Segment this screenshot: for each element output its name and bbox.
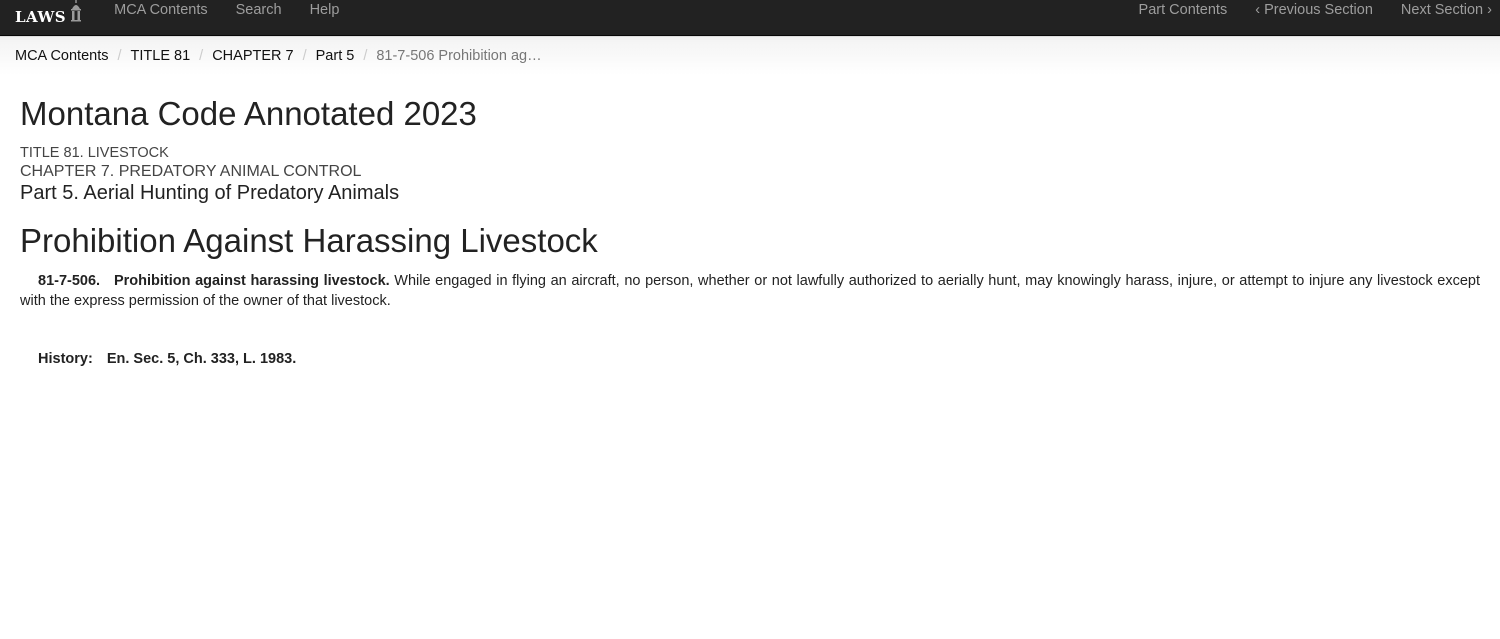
history-text: En. Sec. 5, Ch. 333, L. 1983. (106, 351, 297, 367)
title-heading: TITLE 81. LIVESTOCK (20, 145, 169, 161)
main-content: Montana Code Annotated 2023 TITLE 81. LI… (0, 95, 1500, 367)
history-note: History: En. Sec. 5, Ch. 333, L. 1983. (20, 351, 1480, 367)
section-number: 81-7-506. (38, 273, 101, 289)
brand-logo[interactable]: LAWS (0, 0, 84, 35)
page-title: Montana Code Annotated 2023 (20, 95, 477, 132)
breadcrumb-mca-contents[interactable]: MCA Contents (15, 48, 109, 64)
breadcrumb: MCA Contents / TITLE 81 / CHAPTER 7 / Pa… (0, 36, 1500, 75)
nav-search[interactable]: Search (222, 1, 296, 19)
nav-part-contents[interactable]: Part Contents (1125, 1, 1242, 19)
history-label: History: (38, 351, 93, 367)
breadcrumb-title[interactable]: TITLE 81 (131, 48, 191, 64)
next-section-label: Next Section (1400, 2, 1484, 18)
brand-text: LAWS (15, 8, 67, 26)
chevron-right-icon: › (1487, 2, 1492, 18)
nav-previous-section[interactable]: ‹ Previous Section (1241, 1, 1387, 19)
section-heading: Prohibition Against Harassing Livestock (20, 222, 598, 259)
part-heading: Part 5. Aerial Hunting of Predatory Anim… (20, 182, 400, 204)
previous-section-label: Previous Section (1264, 2, 1373, 18)
breadcrumb-current: 81-7-506 Prohibition ag… (376, 48, 542, 64)
breadcrumb-separator: / (302, 48, 307, 64)
capitol-dome-icon (71, 0, 82, 22)
section-catchline: Prohibition against harassing livestock. (113, 273, 390, 289)
breadcrumb-separator: / (199, 48, 204, 64)
breadcrumb-part[interactable]: Part 5 (316, 48, 355, 64)
breadcrumb-separator: / (117, 48, 122, 64)
top-navbar: LAWS MCA Contents Search Help Part Conte… (0, 0, 1500, 36)
section-body: 81-7-506. Prohibition against harassing … (20, 271, 1480, 311)
chevron-left-icon: ‹ (1255, 2, 1261, 18)
chapter-heading: CHAPTER 7. PREDATORY ANIMAL CONTROL (20, 163, 362, 180)
nav-help[interactable]: Help (296, 1, 354, 19)
breadcrumb-separator: / (363, 48, 368, 64)
nav-next-section[interactable]: Next Section › (1387, 1, 1492, 19)
breadcrumb-chapter[interactable]: CHAPTER 7 (212, 48, 293, 64)
nav-mca-contents[interactable]: MCA Contents (100, 1, 222, 19)
